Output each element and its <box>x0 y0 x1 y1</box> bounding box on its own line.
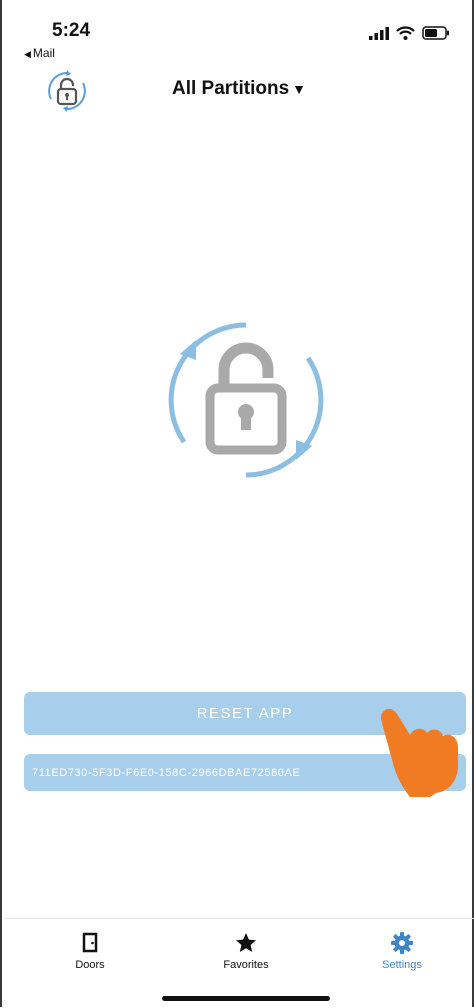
tab-bar: Doors Favorites Settings <box>4 918 474 1008</box>
battery-icon <box>422 26 449 40</box>
wifi-icon <box>396 26 415 40</box>
back-to-mail-link[interactable]: ◀ Mail <box>24 46 55 60</box>
home-indicator[interactable] <box>162 996 330 1001</box>
back-label: Mail <box>32 46 55 60</box>
star-icon <box>236 933 256 952</box>
gear-icon <box>391 932 413 954</box>
tab-favorites-label: Favorites <box>223 959 269 971</box>
back-triangle-icon: ◀ <box>24 49 31 59</box>
phone-screen: 5:24 ◀ Mail All Partitions ▼ RESET APP 7… <box>0 0 474 1007</box>
tab-doors[interactable]: Doors <box>40 931 140 971</box>
tab-favorites[interactable]: Favorites <box>196 931 296 971</box>
tab-settings[interactable]: Settings <box>352 931 452 971</box>
partition-selector[interactable]: All Partitions ▼ <box>2 78 474 100</box>
tab-doors-label: Doors <box>75 959 105 971</box>
status-time: 5:24 <box>52 20 91 41</box>
door-icon <box>82 932 98 953</box>
page-title: All Partitions <box>171 78 290 99</box>
tab-settings-label: Settings <box>382 959 422 971</box>
caret-down-icon: ▼ <box>292 81 307 97</box>
status-icons <box>369 26 450 40</box>
pointing-hand-icon <box>380 705 462 797</box>
unlocked-lock-refresh-icon <box>166 320 326 480</box>
signal-icon <box>369 26 389 40</box>
